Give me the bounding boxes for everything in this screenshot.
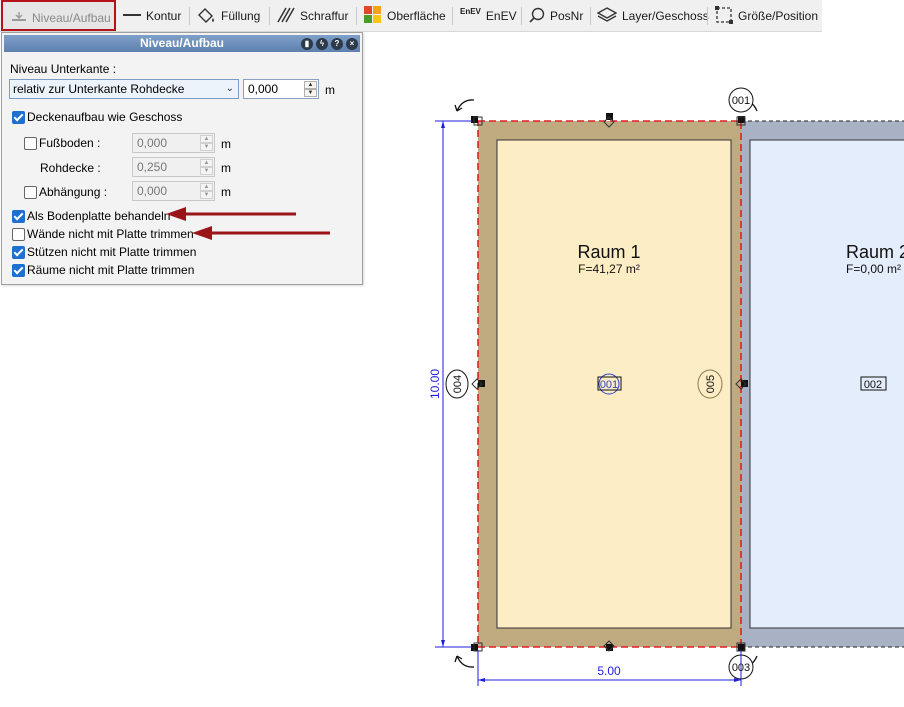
fussboden-value: 0,000 bbox=[137, 136, 168, 150]
abhaengung-checkbox[interactable] bbox=[24, 186, 37, 199]
niveau-value: 0,000 bbox=[248, 82, 279, 96]
niveau-select[interactable]: relativ zur Unterkante Rohdecke ⌄ bbox=[9, 79, 239, 99]
room1-area: F=41,27 m² bbox=[578, 262, 640, 276]
bodenplatte-checkbox[interactable] bbox=[12, 210, 25, 223]
lightning-icon[interactable]: ϟ bbox=[316, 38, 328, 50]
abhaengung-value: 0,000 bbox=[137, 184, 168, 198]
room1-name: Raum 1 bbox=[577, 242, 640, 262]
fussboden-label: Fußboden : bbox=[39, 136, 101, 150]
room1-id: 001 bbox=[600, 379, 618, 391]
niveau-select-value: relativ zur Unterkante Rohdecke bbox=[13, 82, 185, 96]
close-icon[interactable]: × bbox=[346, 38, 358, 50]
wall-003-label: 003 bbox=[732, 662, 750, 674]
abhaengung-label: Abhängung : bbox=[39, 185, 108, 199]
panel-title-icons: ▮ ϟ ? × bbox=[301, 38, 358, 50]
bodenplatte-label: Als Bodenplatte behandeln bbox=[27, 209, 171, 223]
raeume-checkbox[interactable] bbox=[12, 264, 25, 277]
pin-icon[interactable]: ▮ bbox=[301, 38, 313, 50]
raeume-label: Räume nicht mit Platte trimmen bbox=[27, 263, 195, 277]
fussboden-checkbox[interactable] bbox=[24, 137, 37, 150]
stuetzen-checkbox[interactable] bbox=[12, 246, 25, 259]
unit-label: m bbox=[221, 137, 231, 151]
spin-arrows[interactable]: ▲ ▼ bbox=[200, 135, 213, 151]
help-icon[interactable]: ? bbox=[331, 38, 343, 50]
abhaengung-input[interactable]: 0,000 ▲ ▼ bbox=[132, 181, 215, 201]
wall-001-label: 001 bbox=[732, 95, 750, 107]
chevron-down-icon: ⌄ bbox=[225, 83, 234, 94]
unit-label: m bbox=[221, 161, 231, 175]
rohdecke-input[interactable]: 0,250 ▲ ▼ bbox=[132, 157, 215, 177]
niveau-unterkante-label: Niveau Unterkante : bbox=[10, 62, 117, 76]
wall-005-label: 005 bbox=[705, 375, 717, 393]
room2-id: 002 bbox=[864, 379, 882, 391]
deckenaufbau-label: Deckenaufbau wie Geschoss bbox=[27, 110, 183, 124]
unit-label: m bbox=[325, 83, 335, 97]
rohdecke-label: Rohdecke : bbox=[40, 161, 101, 175]
spin-arrows[interactable]: ▲ ▼ bbox=[200, 159, 213, 175]
waende-label: Wände nicht mit Platte trimmen bbox=[27, 227, 194, 241]
wall-004-label: 004 bbox=[452, 375, 464, 393]
room2-name: Raum 2 bbox=[846, 242, 904, 262]
spin-arrows[interactable]: ▲ ▼ bbox=[304, 81, 317, 97]
waende-checkbox[interactable] bbox=[12, 228, 25, 241]
niveau-value-input[interactable]: 0,000 ▲ ▼ bbox=[243, 79, 319, 99]
unit-label: m bbox=[221, 185, 231, 199]
fussboden-input[interactable]: 0,000 ▲ ▼ bbox=[132, 133, 215, 153]
deckenaufbau-checkbox[interactable] bbox=[12, 111, 25, 124]
dimension-horizontal-label: 5.00 bbox=[597, 664, 621, 678]
dimension-vertical-label: 10.00 bbox=[428, 369, 442, 399]
room2-area: F=0,00 m² bbox=[846, 262, 901, 276]
rohdecke-value: 0,250 bbox=[137, 160, 168, 174]
spin-arrows[interactable]: ▲ ▼ bbox=[200, 183, 213, 199]
niveau-aufbau-panel: Niveau/Aufbau ▮ ϟ ? × Niveau Unterkante … bbox=[1, 32, 363, 285]
stuetzen-label: Stützen nicht mit Platte trimmen bbox=[27, 245, 197, 259]
